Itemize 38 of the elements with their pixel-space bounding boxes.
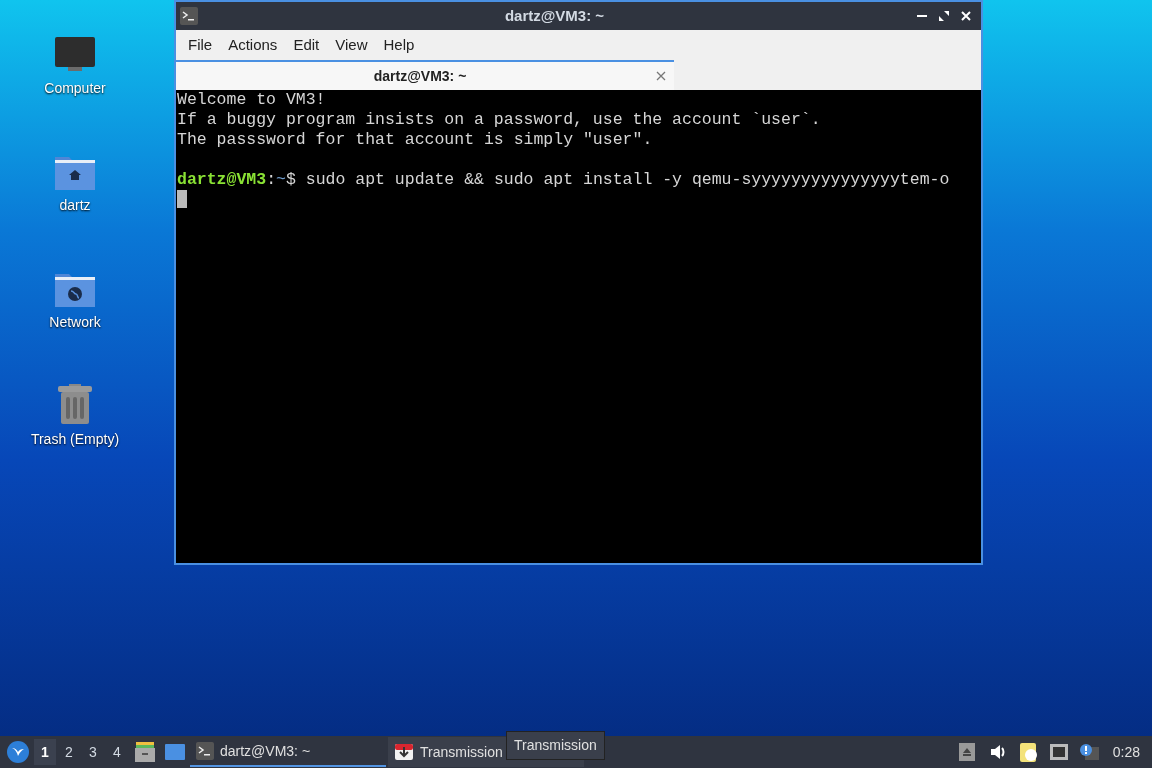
file-cabinet-icon[interactable] <box>134 741 156 763</box>
trash-icon <box>56 383 94 425</box>
notification-icon[interactable] <box>1078 743 1099 761</box>
monitor-icon <box>54 36 96 74</box>
text-cursor <box>177 190 187 208</box>
terminal-tab[interactable]: dartz@VM3: ~ <box>176 60 674 90</box>
clock[interactable]: 0:28 <box>1104 741 1148 763</box>
window-title: dartz@VM3: ~ <box>503 5 606 26</box>
speaker-icon[interactable] <box>988 743 1007 761</box>
workspace-button[interactable]: 4 <box>106 739 128 765</box>
menu-item[interactable]: Help <box>375 33 423 57</box>
workspace-button[interactable]: 1 <box>34 739 56 765</box>
clipboard-icon[interactable] <box>1018 741 1039 763</box>
terminal-line: Welcome to VM3! <box>177 90 326 110</box>
menu-item[interactable]: Edit <box>285 33 328 57</box>
maximize-icon[interactable] <box>939 11 949 21</box>
desktop-icon-label[interactable]: Network <box>49 312 101 333</box>
terminal-line: The passsword for that account is simply "user". <box>177 130 653 150</box>
taskbar-task[interactable]: dartz@VM3: ~ <box>190 737 386 767</box>
start-menu-icon[interactable] <box>6 740 30 764</box>
eject-icon[interactable] <box>958 743 975 761</box>
terminal-line: If a buggy program insists on a password, use the account `user`. <box>177 110 821 130</box>
workspace-button[interactable]: 3 <box>82 739 104 765</box>
desktop-icon-label[interactable]: dartz <box>59 195 91 216</box>
download-box-icon <box>394 743 414 761</box>
menu-item[interactable]: Actions <box>220 33 286 57</box>
desktop-icon[interactable] <box>164 743 186 761</box>
close-icon[interactable] <box>961 11 971 21</box>
command-line: dartz@VM3:~$ sudo apt update && sudo apt install -y qemu-syyyyyyyyyyyyyyytem-o <box>177 170 950 190</box>
terminal-icon <box>196 742 214 760</box>
menu-item[interactable]: View <box>327 33 376 57</box>
network-port-icon[interactable] <box>1048 743 1069 761</box>
desktop-icon-label[interactable]: Trash (Empty) <box>30 429 120 450</box>
workspace-button[interactable]: 2 <box>58 739 80 765</box>
terminal-icon <box>180 7 198 25</box>
tooltip: Transmission <box>506 731 605 760</box>
close-tab-icon[interactable] <box>656 71 666 81</box>
menu-item[interactable]: File <box>180 33 221 57</box>
